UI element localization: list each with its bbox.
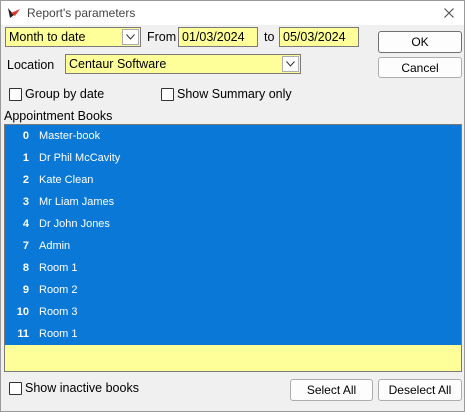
book-row[interactable]: 3 Mr Liam James	[5, 191, 461, 213]
book-row[interactable]: 8 Room 1	[5, 257, 461, 279]
select-all-button[interactable]: Select All	[290, 379, 373, 401]
to-date-value: 05/03/2024	[283, 30, 346, 44]
book-name: Master-book	[39, 130, 101, 142]
from-date-value: 01/03/2024	[182, 30, 245, 44]
checkbox-box[interactable]	[9, 381, 22, 395]
show-inactive-books-label: Show inactive books	[25, 381, 139, 395]
app-logo-icon	[8, 8, 20, 18]
book-name: Dr Phil McCavity	[39, 152, 121, 164]
show-summary-only-label: Show Summary only	[177, 87, 292, 101]
book-number: 11	[17, 328, 29, 340]
location-label: Location	[7, 58, 55, 72]
book-row[interactable]: 4 Dr John Jones	[5, 213, 461, 235]
book-number: 2	[22, 174, 29, 186]
close-button[interactable]	[438, 3, 460, 23]
close-icon	[444, 8, 454, 18]
to-date-field[interactable]: 05/03/2024	[279, 27, 359, 47]
book-row[interactable]: 2 Kate Clean	[5, 169, 461, 191]
cancel-button[interactable]: Cancel	[378, 57, 462, 78]
book-name: Mr Liam James	[39, 196, 115, 208]
show-summary-only-checkbox[interactable]: Show Summary only	[161, 87, 292, 101]
cancel-button-label: Cancel	[401, 60, 439, 75]
checkbox-box[interactable]	[161, 87, 174, 101]
ok-button[interactable]: OK	[378, 31, 462, 53]
ok-button-label: OK	[411, 35, 429, 49]
checkbox-box[interactable]	[9, 87, 22, 101]
book-name: Dr John Jones	[39, 218, 110, 230]
title-bar[interactable]: Report's parameters	[1, 1, 464, 25]
period-select-value: Month to date	[9, 30, 86, 44]
deselect-all-button-label: Deselect All	[388, 383, 452, 397]
book-number: 0	[22, 130, 29, 142]
book-number: 8	[22, 262, 29, 274]
location-dropdown-button[interactable]	[282, 56, 299, 72]
book-name: Kate Clean	[39, 174, 94, 186]
chevron-down-icon	[126, 34, 135, 40]
location-select[interactable]: Centaur Software	[65, 54, 301, 74]
period-select[interactable]: Month to date	[5, 27, 141, 47]
book-number: 3	[22, 196, 29, 208]
period-dropdown-button[interactable]	[122, 29, 139, 45]
book-number: 1	[22, 152, 29, 164]
show-inactive-books-checkbox[interactable]: Show inactive books	[9, 381, 139, 395]
select-all-button-label: Select All	[306, 383, 357, 397]
book-name: Room 1	[39, 262, 78, 274]
book-row[interactable]: 0 Master-book	[5, 125, 461, 147]
appointment-books-rows: 0 Master-book 1 Dr Phil McCavity 2 Kate Clean…	[5, 125, 461, 345]
book-number: 4	[22, 218, 29, 230]
book-name: Room 2	[39, 284, 78, 296]
from-label: From	[147, 30, 177, 44]
book-row[interactable]: 1 Dr Phil McCavity	[5, 147, 461, 169]
book-name: Room 3	[39, 306, 78, 318]
group-by-date-label: Group by date	[25, 87, 105, 101]
book-number: 9	[22, 284, 29, 296]
book-name: Room 1	[39, 328, 78, 340]
location-select-value: Centaur Software	[69, 57, 167, 71]
appointment-books-list[interactable]: 0 Master-book 1 Dr Phil McCavity 2 Kate Clean…	[4, 124, 462, 372]
book-row[interactable]: 7 Admin	[5, 235, 461, 257]
book-name: Admin	[39, 240, 71, 252]
chevron-down-icon	[286, 61, 295, 67]
from-date-field[interactable]: 01/03/2024	[178, 27, 258, 47]
group-by-date-checkbox[interactable]: Group by date	[9, 87, 104, 101]
appointment-books-label: Appointment Books	[4, 109, 113, 123]
book-number: 7	[22, 240, 29, 252]
report-parameters-dialog: Report's parameters Month to date From 0…	[0, 0, 465, 412]
book-number: 10	[16, 306, 29, 318]
window-title: Report's parameters	[27, 6, 136, 20]
deselect-all-button[interactable]: Deselect All	[378, 379, 462, 401]
book-row[interactable]: 10 Room 3	[5, 301, 461, 323]
book-row[interactable]: 9 Room 2	[5, 279, 461, 301]
to-label: to	[264, 30, 275, 44]
book-row[interactable]: 11 Room 1	[5, 323, 461, 345]
